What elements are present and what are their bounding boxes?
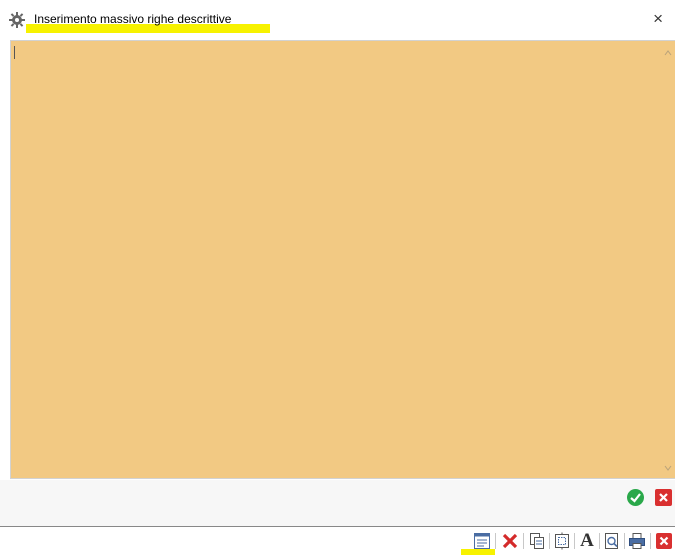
dialog-footer: [0, 480, 675, 527]
window-title: Inserimento massivo righe descrittive: [34, 12, 232, 26]
confirm-button[interactable]: [626, 488, 645, 507]
chevron-up-icon[interactable]: [663, 47, 673, 57]
toolbar-separator: [599, 533, 600, 549]
text-caret: [14, 46, 15, 59]
toolbar-separator: [495, 533, 496, 549]
table-insert-icon[interactable]: [473, 532, 491, 550]
magnifier-page-icon[interactable]: [603, 532, 621, 550]
toolbar-separator: [523, 533, 524, 549]
vertical-scrollbar[interactable]: [661, 41, 675, 478]
page-frame-icon[interactable]: [553, 532, 571, 550]
title-bar: Inserimento massivo righe descrittive ×: [0, 0, 675, 38]
close-window-button[interactable]: ×: [653, 9, 663, 29]
toolbar-separator: [650, 533, 651, 549]
copy-page-icon[interactable]: [528, 532, 546, 550]
font-a-icon[interactable]: A: [578, 531, 596, 550]
chevron-down-icon[interactable]: [663, 462, 673, 472]
description-textarea[interactable]: [10, 40, 675, 479]
toolbar-separator: [624, 533, 625, 549]
gear-icon: [8, 11, 26, 29]
printer-icon[interactable]: [628, 532, 646, 550]
close-box-icon[interactable]: [655, 532, 673, 550]
red-x-icon[interactable]: [501, 532, 519, 550]
toolbar-separator: [549, 533, 550, 549]
toolbar-separator: [574, 533, 575, 549]
cancel-button[interactable]: [654, 488, 673, 507]
